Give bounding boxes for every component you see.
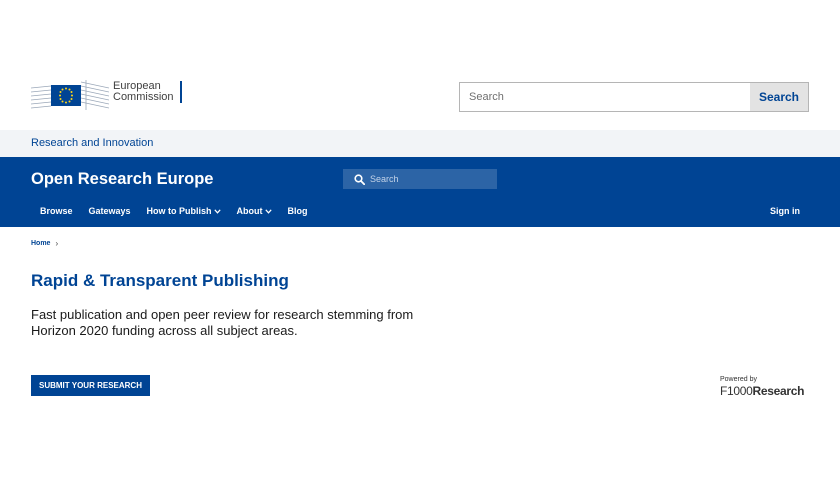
breadcrumb: Home › xyxy=(31,239,58,248)
ore-brand[interactable]: Open Research Europe xyxy=(31,170,213,189)
european-commission-logo[interactable]: European Commission xyxy=(31,72,182,112)
ore-search-input[interactable] xyxy=(370,174,497,184)
sign-in-link[interactable]: Sign in xyxy=(770,206,800,216)
ec-logo-text: European Commission xyxy=(113,81,174,103)
nav-item-browse[interactable]: Browse xyxy=(40,206,73,216)
powered-by-f1000[interactable]: Powered by F1000Research xyxy=(720,376,804,398)
nav-item-label: How to Publish xyxy=(146,206,212,216)
powered-by-label: Powered by xyxy=(720,376,757,383)
site-name-bar: Research and Innovation xyxy=(0,130,840,157)
nav-item-label: About xyxy=(236,206,263,216)
ec-logo-divider xyxy=(179,81,182,103)
main-nav: Browse Gateways How to Publish About Blo… xyxy=(40,206,324,216)
nav-item-about[interactable]: About xyxy=(237,206,272,216)
breadcrumb-home[interactable]: Home xyxy=(31,240,50,247)
ore-search xyxy=(343,169,497,189)
global-search-input[interactable] xyxy=(460,83,750,111)
nav-item-label: Blog xyxy=(287,206,308,216)
chevron-down-icon xyxy=(264,208,272,214)
global-search-button[interactable]: Search xyxy=(750,83,808,111)
eu-flag-icon xyxy=(51,85,81,106)
nav-item-gateways[interactable]: Gateways xyxy=(89,206,131,216)
nav-item-label: Gateways xyxy=(88,206,131,216)
submit-research-button[interactable]: SUBMIT YOUR RESEARCH xyxy=(31,375,150,396)
ore-header: Open Research Europe Browse Gateways How… xyxy=(0,157,840,227)
nav-item-blog[interactable]: Blog xyxy=(288,206,308,216)
page-title: Rapid & Transparent Publishing xyxy=(31,271,289,290)
nav-item-label: Browse xyxy=(40,206,73,216)
page-description: Fast publication and open peer review fo… xyxy=(31,307,414,338)
f1000-logo-part2: Research xyxy=(752,384,805,398)
ec-logo-line2: Commission xyxy=(113,91,174,103)
nav-item-how-to-publish[interactable]: How to Publish xyxy=(147,206,221,216)
site-name-link[interactable]: Research and Innovation xyxy=(31,137,153,149)
search-icon xyxy=(354,173,365,185)
chevron-down-icon xyxy=(213,208,221,214)
ec-emblem xyxy=(31,72,109,112)
global-search: Search xyxy=(459,82,809,112)
f1000-logo-part1: F1000 xyxy=(720,384,753,398)
chevron-right-icon: › xyxy=(55,239,59,248)
f1000-logo: F1000Research xyxy=(720,384,804,398)
page: European Commission Search Research and … xyxy=(0,0,840,480)
